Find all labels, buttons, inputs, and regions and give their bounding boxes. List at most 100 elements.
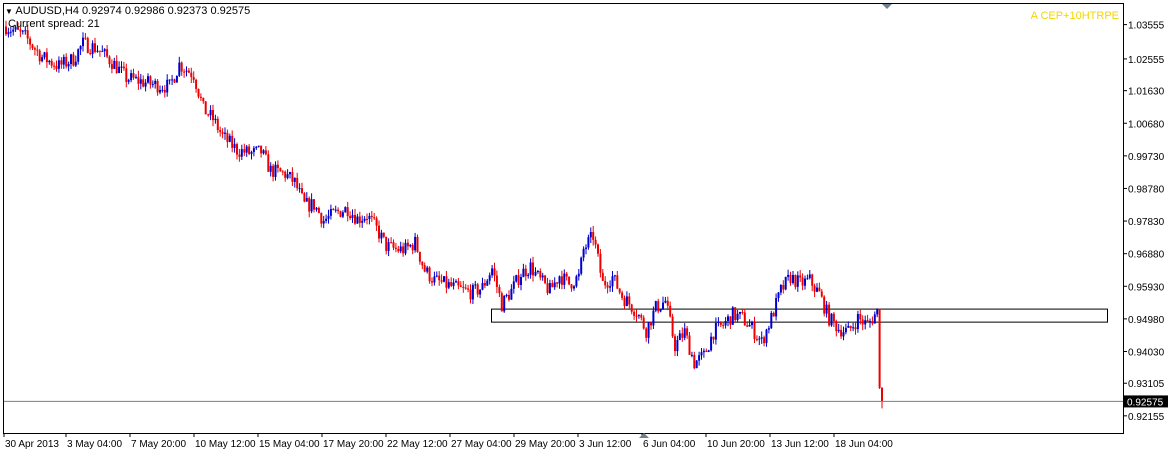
candle-body <box>168 79 171 81</box>
candle-body <box>479 289 482 295</box>
candle-body <box>522 268 525 278</box>
candle-body <box>847 325 850 328</box>
candle-body <box>373 217 376 219</box>
candle-body <box>262 150 265 154</box>
candle-body <box>368 215 371 219</box>
candle-body <box>505 295 508 296</box>
candle-body <box>378 225 380 239</box>
candle-body <box>695 360 698 369</box>
candle-body <box>260 145 263 154</box>
candle-body <box>77 49 80 62</box>
candle-body <box>835 321 838 332</box>
candle-body <box>433 276 436 283</box>
candle-body <box>647 322 650 338</box>
candle-body <box>859 314 862 320</box>
candle-body <box>450 282 453 286</box>
symbol-ohlc-text: AUDUSD,H4 0.92974 0.92986 0.92373 0.9257… <box>15 5 251 17</box>
candle-body <box>337 209 340 212</box>
y-tick-label: 0.95930 <box>1128 282 1165 293</box>
candle-body <box>149 76 152 85</box>
candle-body <box>666 300 669 306</box>
candle-body <box>539 271 542 278</box>
candle-body <box>409 245 412 247</box>
candle-body <box>406 242 409 247</box>
candle-body <box>642 317 645 329</box>
candle-body <box>390 242 393 244</box>
candle-body <box>469 289 472 300</box>
candle-body <box>38 50 41 62</box>
scroll-marker-top[interactable] <box>882 4 892 9</box>
candle-body <box>101 51 104 53</box>
candle-body <box>70 54 72 64</box>
candle-body <box>7 32 10 35</box>
candle-body <box>869 321 871 323</box>
candle-body <box>139 79 142 84</box>
candle-body <box>657 301 660 312</box>
candle-body <box>753 322 756 340</box>
candle-body <box>166 79 169 93</box>
x-tick-label: 7 May 20:00 <box>131 439 186 450</box>
candle-body <box>192 77 195 80</box>
candle-body <box>662 302 664 310</box>
candle-body <box>159 90 161 93</box>
candle-body <box>690 354 693 356</box>
candle-body <box>204 101 207 115</box>
candle-body <box>483 283 486 286</box>
chart-window[interactable]: 1.03555 1.02555 1.01630 1.00680 0.99730 0.987… <box>0 0 1169 457</box>
candle-body <box>344 207 347 213</box>
candle-body <box>510 288 513 300</box>
candle-body <box>517 275 520 285</box>
candle-body <box>327 215 330 219</box>
candle-body <box>250 152 253 154</box>
candle-body <box>871 321 874 324</box>
candle-body <box>264 150 267 155</box>
candle-body <box>486 280 489 286</box>
candle-body <box>72 54 75 66</box>
candle-body <box>243 149 246 153</box>
candle-body <box>399 246 402 252</box>
candle-body <box>245 146 248 153</box>
candle-body <box>445 276 448 288</box>
candle-body <box>267 154 270 172</box>
candle-body <box>828 304 831 326</box>
current-price-label: 0.92575 <box>1127 397 1164 408</box>
x-tick-label: 18 Jun 04:00 <box>835 439 893 450</box>
candle-body <box>702 350 705 353</box>
candle-body <box>464 287 467 289</box>
candle-body <box>375 218 378 226</box>
candle-body <box>125 68 128 82</box>
candle-body <box>681 333 684 338</box>
collapse-triangle-icon[interactable]: ▼ <box>5 7 13 16</box>
candle-body <box>796 275 799 287</box>
candle-body <box>180 62 183 72</box>
candle-body <box>825 304 828 314</box>
candle-body <box>611 276 614 287</box>
x-tick-label: 3 May 04:00 <box>67 439 122 450</box>
candle-body <box>493 268 496 276</box>
candle-body <box>84 37 87 39</box>
candle-body <box>394 247 397 249</box>
candle-body <box>60 60 63 65</box>
candle-body <box>199 96 202 98</box>
candle-body <box>604 280 607 286</box>
candle-body <box>142 79 145 87</box>
candle-body <box>151 83 154 85</box>
candle-body <box>491 268 494 276</box>
candle-body <box>113 60 116 69</box>
x-tick-label: 6 Jun 04:00 <box>643 439 696 450</box>
candle-body <box>471 285 474 300</box>
candle-body <box>707 350 710 352</box>
candle-body <box>500 293 503 312</box>
candle-body <box>625 296 628 306</box>
candle-body <box>669 305 672 317</box>
candle-body <box>527 274 530 277</box>
price-chart[interactable]: 1.03555 1.02555 1.01630 1.00680 0.99730 0.987… <box>0 0 1169 457</box>
candle-body <box>811 274 814 286</box>
candle-body <box>746 325 749 327</box>
candle-body <box>197 88 200 97</box>
indicator-label: A CEP+10HTRPE <box>1030 10 1119 22</box>
candle-body <box>633 311 636 316</box>
candle-body <box>358 216 361 223</box>
candle-body <box>876 308 879 315</box>
candle-body <box>751 322 753 325</box>
